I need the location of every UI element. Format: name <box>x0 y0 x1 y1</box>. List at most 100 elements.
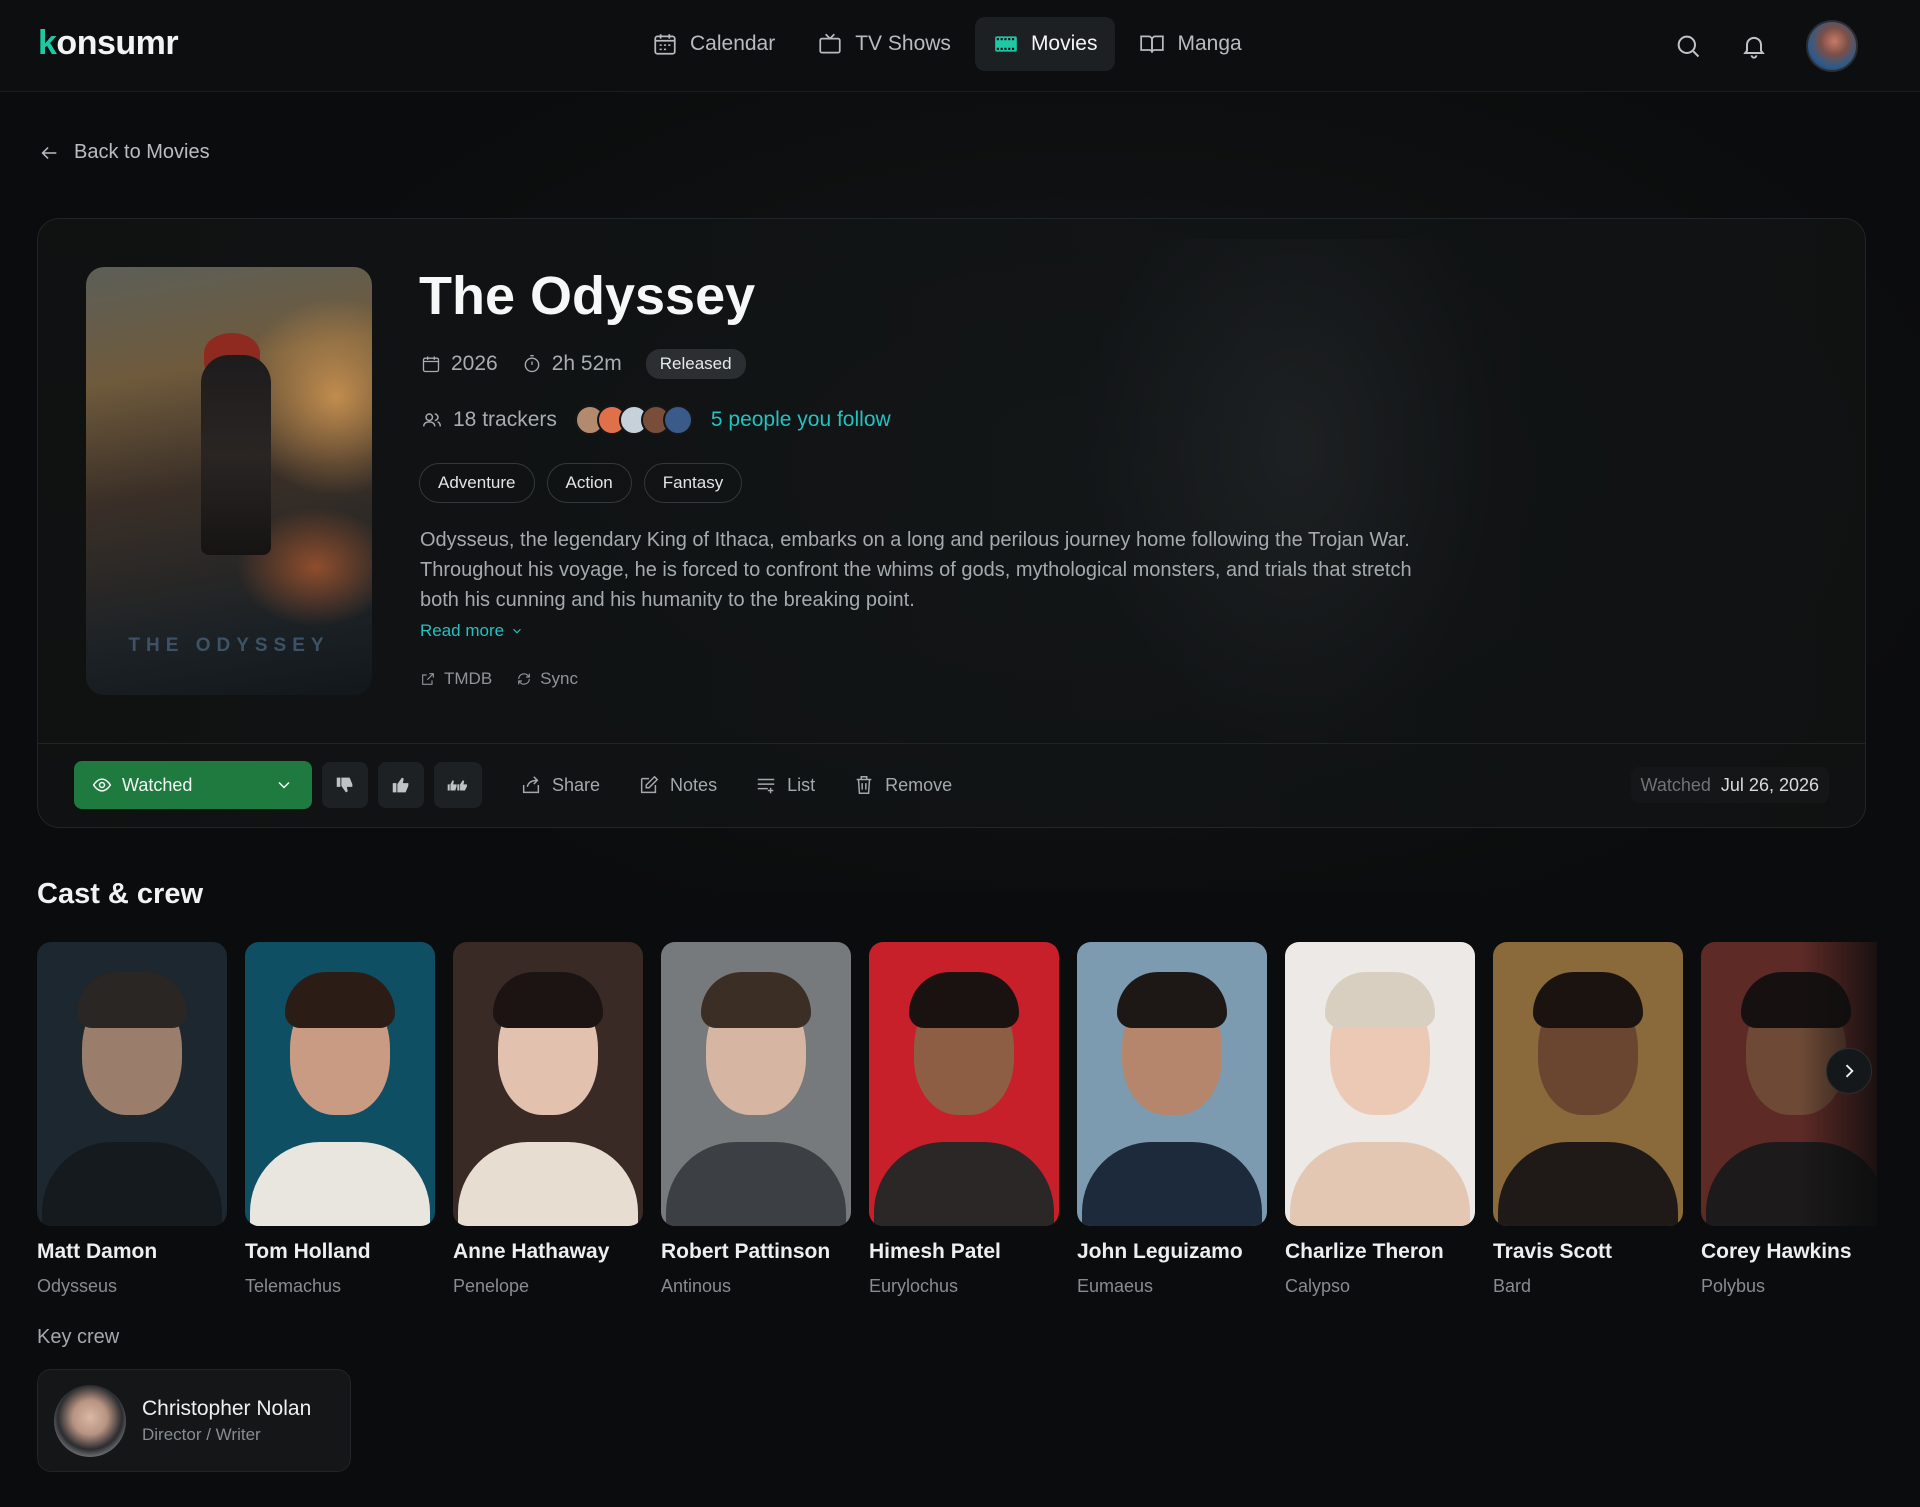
cast-name: John Leguizamo <box>1077 1240 1243 1263</box>
trackers-text: 18 trackers <box>453 408 557 431</box>
cast-card[interactable]: Anne Hathaway Penelope <box>453 942 643 1297</box>
crew-card[interactable]: Christopher Nolan Director / Writer <box>37 1369 351 1472</box>
cast-role: Eurylochus <box>869 1276 959 1296</box>
share-button[interactable]: Share <box>520 774 600 796</box>
movie-title: The Odyssey <box>419 266 756 326</box>
nav-tv-shows[interactable]: TV Shows <box>799 17 969 71</box>
main-nav: Calendar TV Shows Movies Manga <box>634 17 1260 71</box>
cast-card[interactable]: Charlize Theron Calypso <box>1285 942 1475 1297</box>
calendar-icon <box>422 356 440 373</box>
nav-movies[interactable]: Movies <box>974 17 1116 71</box>
top-right-controls <box>1674 20 1858 72</box>
eye-icon <box>92 778 112 792</box>
sync-button[interactable]: Sync <box>516 669 578 689</box>
nav-calendar[interactable]: Calendar <box>634 17 793 71</box>
watch-status-dropdown[interactable]: Watched <box>74 761 312 809</box>
hero-divider <box>38 743 1865 744</box>
cast-photo-body <box>1082 1142 1262 1226</box>
thumbs-down-button[interactable] <box>322 762 368 808</box>
stopwatch-icon <box>524 355 540 373</box>
list-label: List <box>787 774 816 795</box>
people-you-follow-link[interactable]: 5 people you follow <box>711 408 891 432</box>
poster-warrior <box>201 355 271 555</box>
read-more-button[interactable]: Read more <box>420 621 524 641</box>
release-year: 2026 <box>421 352 498 376</box>
chevron-down-icon <box>513 628 522 634</box>
app-logo[interactable]: konsumr <box>38 24 179 63</box>
tmdb-link[interactable]: TMDB <box>420 669 492 689</box>
genre-tag[interactable]: Action <box>546 463 632 503</box>
nav-manga[interactable]: Manga <box>1121 17 1259 71</box>
trackers-row: 18 trackers 5 people you follow <box>421 405 891 435</box>
key-crew-label: Key crew <box>37 1326 120 1348</box>
cast-name: Matt Damon <box>37 1240 158 1263</box>
cast-section-title: Cast & crew <box>37 878 204 910</box>
share-label: Share <box>552 774 601 795</box>
backdrop-figure <box>1085 239 1505 759</box>
back-to-movies-link[interactable]: Back to Movies <box>38 141 210 164</box>
search-icon[interactable] <box>1674 32 1702 60</box>
cast-photo <box>1077 942 1267 1226</box>
double-thumbs-up-icon <box>447 780 467 791</box>
cast-photo-body <box>874 1142 1054 1226</box>
nav-manga-label: Manga <box>1177 32 1242 55</box>
cast-photo-body <box>250 1142 430 1226</box>
bell-icon[interactable] <box>1740 32 1768 60</box>
sync-label: Sync <box>540 669 578 688</box>
cast-photo-body <box>458 1142 638 1226</box>
love-it-button[interactable] <box>434 762 482 808</box>
list-button[interactable]: List <box>755 774 815 796</box>
tv-icon <box>819 33 841 54</box>
cast-card[interactable]: Travis Scott Bard <box>1493 942 1683 1297</box>
movie-hero-card: THE ODYSSEY The Odyssey 2026 2h 52m Rele… <box>37 218 1866 828</box>
notes-button[interactable]: Notes <box>638 774 717 796</box>
external-link-icon <box>422 673 434 685</box>
sync-icon <box>518 673 531 685</box>
nav-tv-shows-label: TV Shows <box>855 32 951 55</box>
cast-photo <box>1493 942 1683 1226</box>
status-badge: Released <box>645 349 746 379</box>
cast-photo-body <box>1498 1142 1678 1226</box>
cast-card[interactable]: Matt Damon Odysseus <box>37 942 227 1297</box>
logo-text: onsumr <box>56 24 179 62</box>
movie-meta: 2026 2h 52m Released <box>421 349 746 379</box>
thumbs-up-button[interactable] <box>378 762 424 808</box>
watched-date-value: Jul 26, 2026 <box>1720 774 1819 795</box>
cast-name: Anne Hathaway <box>453 1240 610 1263</box>
followed-avatars[interactable] <box>574 405 693 435</box>
cast-card[interactable]: Tom Holland Telemachus <box>245 942 435 1297</box>
crew-name: Christopher Nolan <box>142 1396 312 1420</box>
genre-tag[interactable]: Fantasy <box>643 463 743 503</box>
cast-card[interactable]: Robert Pattinson Antinous <box>661 942 851 1297</box>
crew-role: Director / Writer <box>142 1424 261 1444</box>
book-icon <box>1140 35 1165 53</box>
carousel-next-button[interactable] <box>1826 1048 1872 1094</box>
cast-role: Calypso <box>1285 1276 1351 1296</box>
cast-photo-hair <box>909 972 1019 1028</box>
cast-card[interactable]: Himesh Patel Eurylochus <box>869 942 1059 1297</box>
thumbs-up-icon <box>392 777 409 793</box>
crew-photo <box>54 1384 126 1457</box>
cast-role: Polybus <box>1701 1276 1766 1296</box>
cast-photo-body <box>1290 1142 1470 1226</box>
cast-card[interactable]: John Leguizamo Eumaeus <box>1077 942 1267 1297</box>
top-bar: konsumr Calendar TV Shows Movies Manga <box>0 0 1920 92</box>
movie-overview: Odysseus, the legendary King of Ithaca, … <box>420 529 1412 611</box>
arrow-left-icon <box>41 146 57 159</box>
remove-button[interactable]: Remove <box>853 774 952 796</box>
year-text: 2026 <box>451 352 498 375</box>
cast-photo-hair <box>493 972 603 1028</box>
watched-date: Watched Jul 26, 2026 <box>1630 767 1829 803</box>
cast-name: Charlize Theron <box>1285 1240 1444 1263</box>
user-avatar[interactable] <box>1806 20 1858 72</box>
users-icon <box>423 413 441 427</box>
watch-status-label: Watched <box>122 774 193 795</box>
tmdb-label: TMDB <box>444 669 493 688</box>
external-links: TMDB Sync <box>420 669 578 689</box>
movie-actions: Watched Share Notes List Remove <box>74 761 952 809</box>
genre-tag[interactable]: Adventure <box>419 463 535 503</box>
runtime: 2h 52m <box>522 352 622 376</box>
trash-icon <box>856 776 872 794</box>
cast-photo-hair <box>701 972 811 1028</box>
cast-name: Robert Pattinson <box>661 1240 831 1263</box>
